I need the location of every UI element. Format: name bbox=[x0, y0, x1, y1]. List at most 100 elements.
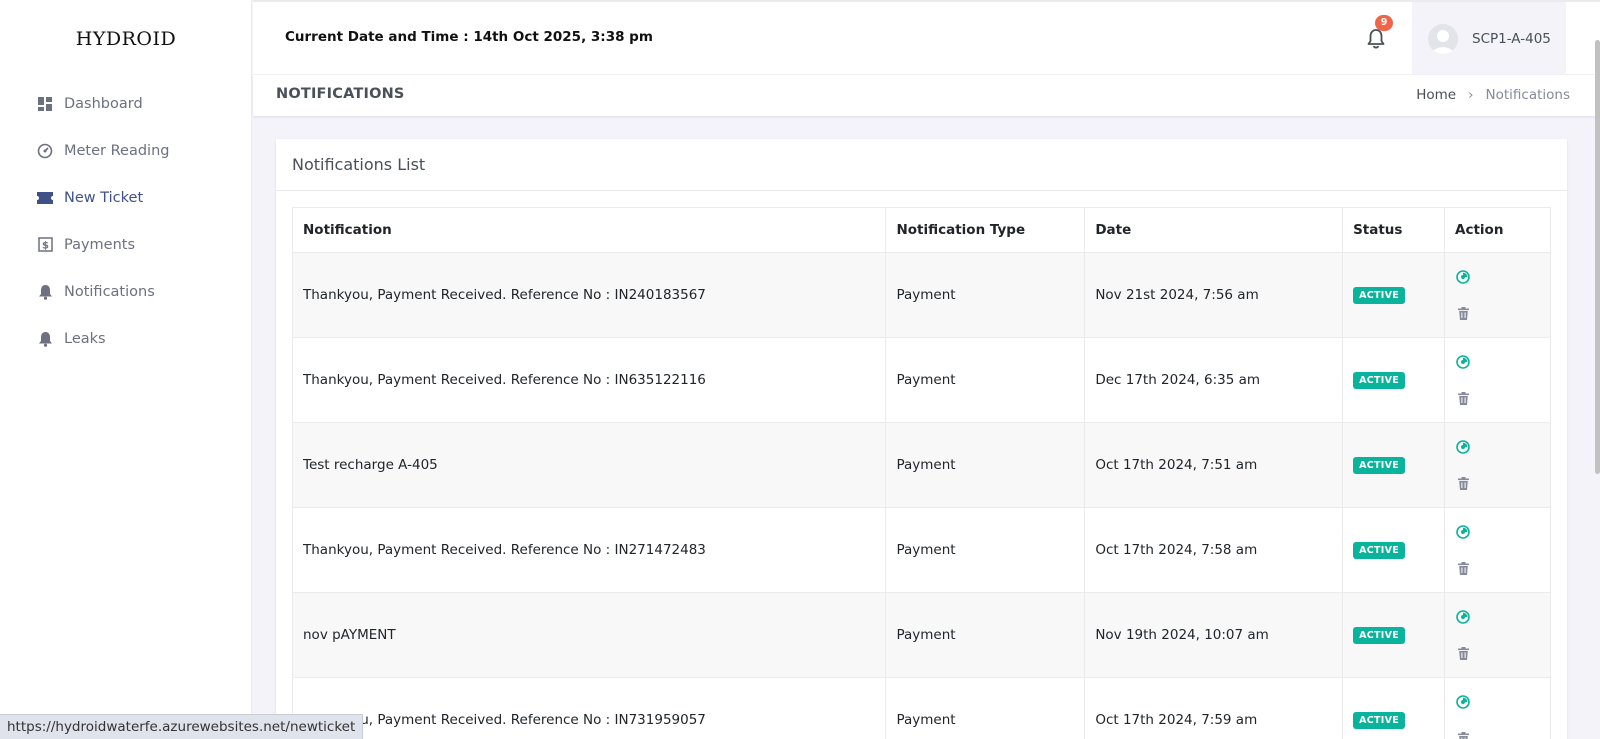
delete-icon[interactable] bbox=[1455, 561, 1471, 577]
sidebar-item-label: Leaks bbox=[64, 330, 106, 347]
table-row: Thankyou, Payment Received. Reference No… bbox=[291, 507, 1551, 593]
column-header-notification: Notification bbox=[291, 207, 887, 253]
notification-cell: Thankyou, Payment Received. Reference No… bbox=[291, 337, 887, 423]
column-header-action: Action bbox=[1444, 207, 1551, 253]
table-row: Thankyou, Payment Received. Reference No… bbox=[291, 677, 1551, 739]
notification-count-badge: 9 bbox=[1375, 15, 1393, 31]
mark-read-icon[interactable] bbox=[1455, 694, 1471, 710]
avatar bbox=[1428, 23, 1458, 54]
sidebar: HYDROID Dashboard Meter Reading New Tick… bbox=[0, 0, 252, 739]
notification-cell: Thankyou, Payment Received. Reference No… bbox=[291, 507, 887, 593]
action-cell bbox=[1444, 507, 1551, 593]
status-badge: ACTIVE bbox=[1353, 627, 1406, 644]
notifications-card: Notifications List Notification Notifica… bbox=[276, 139, 1567, 739]
status-cell: ACTIVE bbox=[1342, 592, 1446, 678]
card-header: Notifications List bbox=[276, 139, 1567, 191]
table-row: nov pAYMENT Payment Nov 19th 2024, 10:07… bbox=[291, 592, 1551, 678]
card-title: Notifications List bbox=[292, 155, 426, 174]
gauge-icon bbox=[37, 143, 53, 159]
date-cell: Dec 17th 2024, 6:35 am bbox=[1084, 337, 1344, 423]
date-cell: Oct 17th 2024, 7:51 am bbox=[1084, 422, 1344, 508]
date-cell: Oct 17th 2024, 7:59 am bbox=[1084, 677, 1344, 739]
sidebar-item-label: Meter Reading bbox=[64, 142, 170, 159]
date-cell: Nov 21st 2024, 7:56 am bbox=[1084, 252, 1344, 338]
notification-cell: Thankyou, Payment Received. Reference No… bbox=[291, 252, 887, 338]
ticket-icon bbox=[37, 190, 53, 206]
user-name: SCP1-A-405 bbox=[1472, 30, 1551, 47]
breadcrumb-current: Notifications bbox=[1485, 87, 1571, 103]
status-cell: ACTIVE bbox=[1342, 422, 1446, 508]
sidebar-item-label: Payments bbox=[64, 236, 136, 253]
status-badge: ACTIVE bbox=[1353, 287, 1406, 304]
page-title: NOTIFICATIONS bbox=[276, 86, 405, 102]
action-cell bbox=[1444, 677, 1551, 739]
sidebar-item-label: New Ticket bbox=[64, 189, 144, 206]
type-cell: Payment bbox=[885, 592, 1086, 678]
notifications-table: Notification Notification Type Date Stat… bbox=[291, 207, 1551, 739]
sidebar-item-new-ticket[interactable]: New Ticket bbox=[0, 174, 252, 221]
mark-read-icon[interactable] bbox=[1455, 269, 1471, 285]
browser-status-url: https://hydroidwaterfe.azurewebsites.net… bbox=[0, 714, 364, 739]
svg-text:$: $ bbox=[42, 241, 49, 252]
table-row: Test recharge A-405 Payment Oct 17th 202… bbox=[291, 422, 1551, 508]
topbar: Current Date and Time : 14th Oct 2025, 3… bbox=[253, 0, 1600, 75]
action-cell bbox=[1444, 422, 1551, 508]
delete-icon[interactable] bbox=[1455, 306, 1471, 322]
status-badge: ACTIVE bbox=[1353, 542, 1406, 559]
bell-icon bbox=[37, 284, 53, 300]
date-cell: Nov 19th 2024, 10:07 am bbox=[1084, 592, 1344, 678]
table-row: Thankyou, Payment Received. Reference No… bbox=[291, 337, 1551, 423]
type-cell: Payment bbox=[885, 677, 1086, 739]
type-cell: Payment bbox=[885, 507, 1086, 593]
notification-cell: Test recharge A-405 bbox=[291, 422, 887, 508]
status-badge: ACTIVE bbox=[1353, 712, 1406, 729]
column-header-status: Status bbox=[1342, 207, 1446, 253]
table-row: Thankyou, Payment Received. Reference No… bbox=[291, 252, 1551, 338]
sidebar-item-dashboard[interactable]: Dashboard bbox=[0, 80, 252, 127]
sidebar-item-meter-reading[interactable]: Meter Reading bbox=[0, 127, 252, 174]
action-cell bbox=[1444, 252, 1551, 338]
status-badge: ACTIVE bbox=[1353, 372, 1406, 389]
date-cell: Oct 17th 2024, 7:58 am bbox=[1084, 507, 1344, 593]
breadcrumb-home-link[interactable]: Home bbox=[1416, 87, 1456, 103]
breadcrumb-separator: › bbox=[1468, 87, 1474, 103]
mark-read-icon[interactable] bbox=[1455, 524, 1471, 540]
user-menu[interactable]: SCP1-A-405 bbox=[1412, 2, 1566, 75]
sidebar-menu: Dashboard Meter Reading New Ticket $ Pay… bbox=[0, 80, 252, 362]
notification-cell: nov pAYMENT bbox=[291, 592, 887, 678]
delete-icon[interactable] bbox=[1455, 731, 1471, 739]
dollar-icon: $ bbox=[37, 237, 53, 253]
dashboard-icon bbox=[37, 96, 53, 112]
app-logo[interactable]: HYDROID bbox=[0, 28, 252, 50]
action-cell bbox=[1444, 337, 1551, 423]
column-header-date: Date bbox=[1084, 207, 1344, 253]
delete-icon[interactable] bbox=[1455, 646, 1471, 662]
status-badge: ACTIVE bbox=[1353, 457, 1406, 474]
current-datetime: Current Date and Time : 14th Oct 2025, 3… bbox=[285, 29, 653, 45]
type-cell: Payment bbox=[885, 337, 1086, 423]
type-cell: Payment bbox=[885, 252, 1086, 338]
sidebar-item-leaks[interactable]: Leaks bbox=[0, 315, 252, 362]
action-cell bbox=[1444, 592, 1551, 678]
status-cell: ACTIVE bbox=[1342, 677, 1446, 739]
breadcrumb: Home › Notifications bbox=[1416, 87, 1570, 103]
status-cell: ACTIVE bbox=[1342, 337, 1446, 423]
mark-read-icon[interactable] bbox=[1455, 609, 1471, 625]
status-cell: ACTIVE bbox=[1342, 507, 1446, 593]
page-title-bar: NOTIFICATIONS Home › Notifications bbox=[253, 75, 1600, 116]
type-cell: Payment bbox=[885, 422, 1086, 508]
column-header-type: Notification Type bbox=[885, 207, 1086, 253]
mark-read-icon[interactable] bbox=[1455, 354, 1471, 370]
mark-read-icon[interactable] bbox=[1455, 439, 1471, 455]
delete-icon[interactable] bbox=[1455, 391, 1471, 407]
sidebar-item-label: Notifications bbox=[64, 283, 155, 300]
status-cell: ACTIVE bbox=[1342, 252, 1446, 338]
sidebar-item-label: Dashboard bbox=[64, 95, 143, 112]
notification-cell: Thankyou, Payment Received. Reference No… bbox=[291, 677, 887, 739]
delete-icon[interactable] bbox=[1455, 476, 1471, 492]
sidebar-item-notifications[interactable]: Notifications bbox=[0, 268, 252, 315]
table-header-row: Notification Notification Type Date Stat… bbox=[291, 207, 1551, 253]
page-scrollbar[interactable] bbox=[1595, 40, 1600, 474]
bell-icon bbox=[37, 331, 53, 347]
sidebar-item-payments[interactable]: $ Payments bbox=[0, 221, 252, 268]
